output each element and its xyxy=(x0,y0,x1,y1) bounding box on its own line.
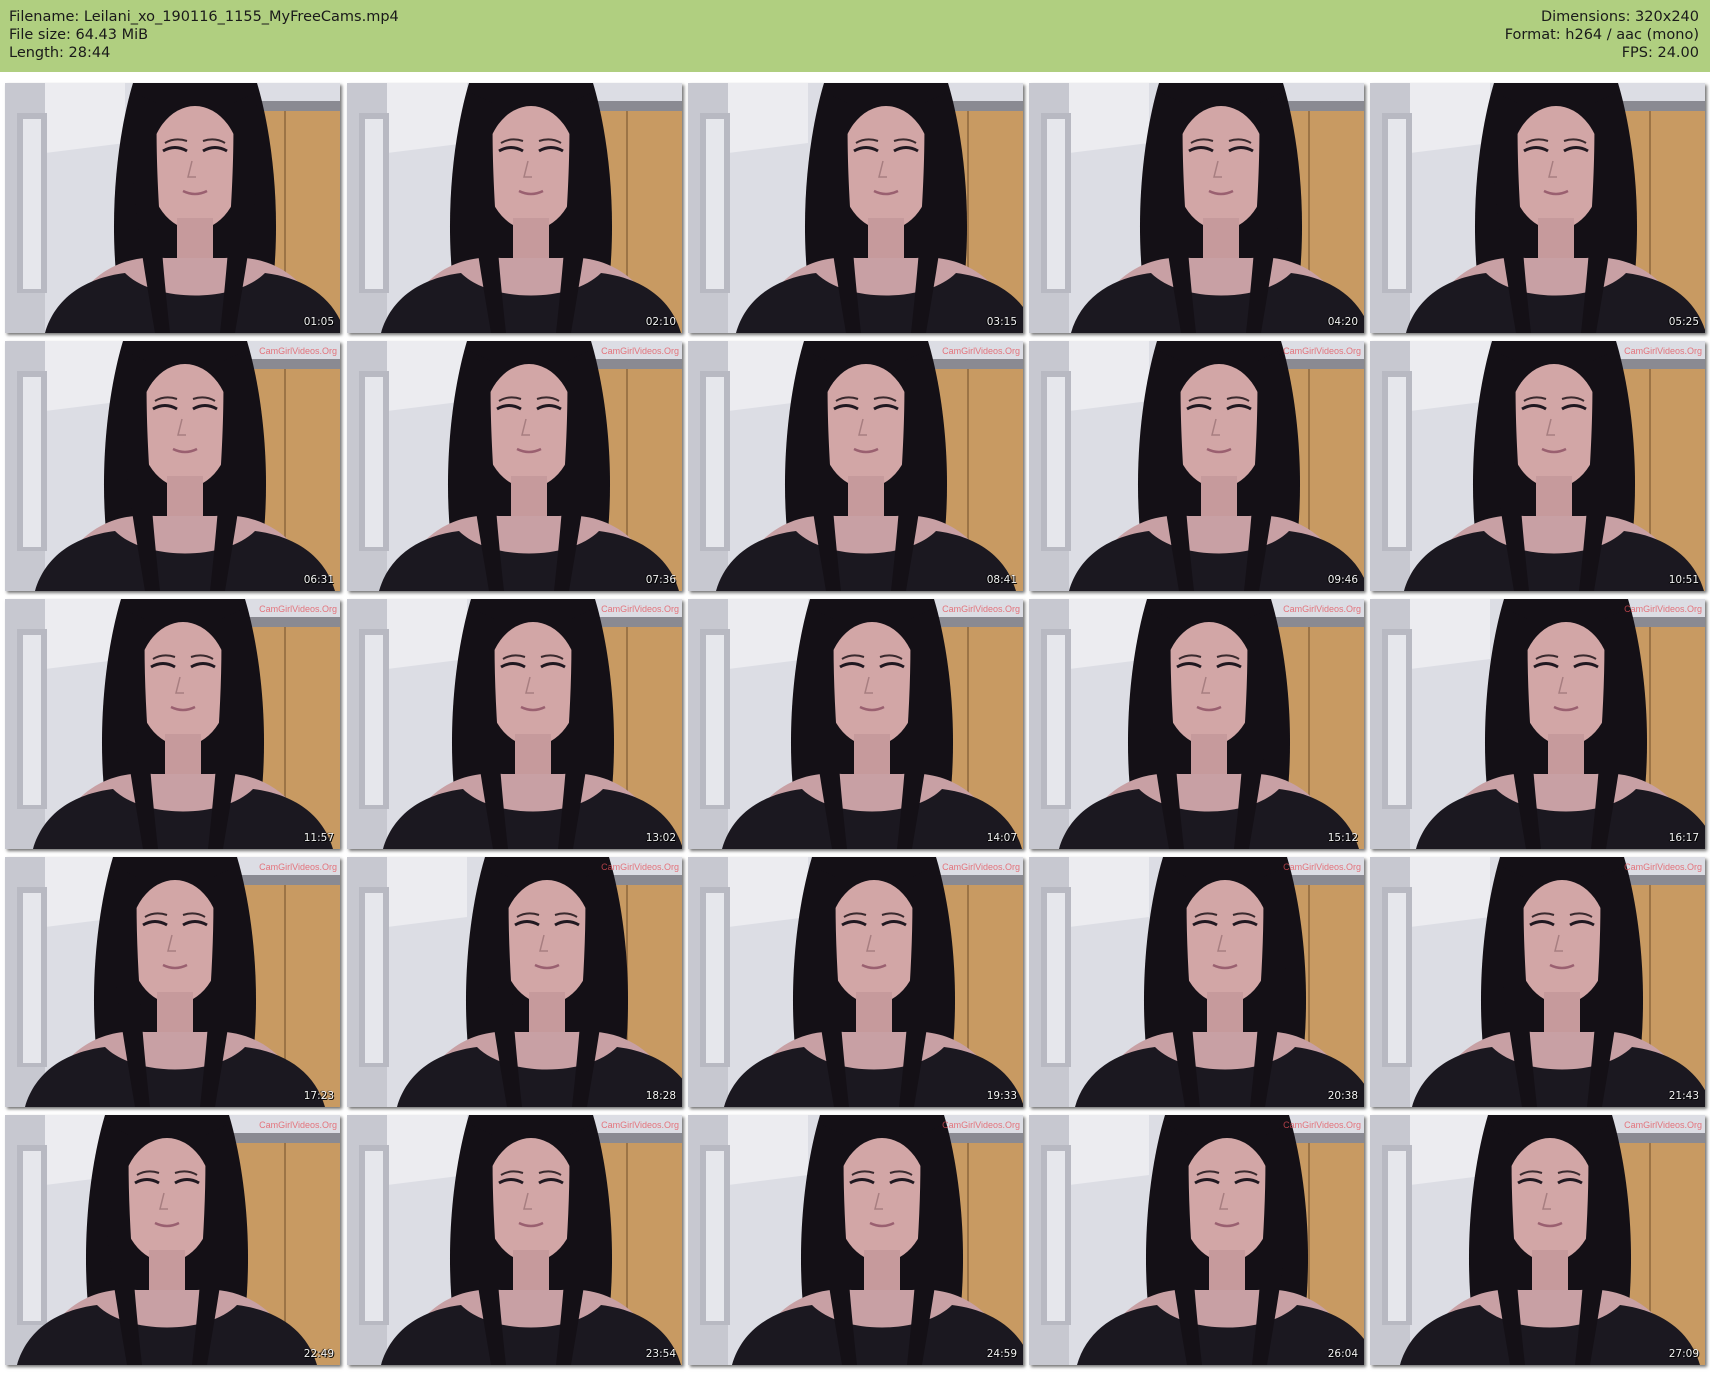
timestamp-label: 27:09 xyxy=(1668,1348,1699,1360)
timestamp-label: 24:59 xyxy=(986,1348,1017,1360)
timestamp-label: 09:46 xyxy=(1327,574,1358,586)
watermark-label: CamGirlVideos.Org xyxy=(601,346,679,356)
video-thumbnail: 01:05 xyxy=(5,83,340,333)
video-thumbnail: CamGirlVideos.Org 19:33 xyxy=(688,857,1023,1107)
thumbnail-frame-image xyxy=(1029,599,1364,849)
thumbnail-frame-image xyxy=(1029,857,1364,1107)
video-thumbnail: CamGirlVideos.Org 06:31 xyxy=(5,341,340,591)
watermark-label: CamGirlVideos.Org xyxy=(1283,1120,1361,1130)
thumbnail-frame-image xyxy=(5,599,340,849)
thumbnail-frame-image xyxy=(688,83,1023,333)
video-thumbnail: CamGirlVideos.Org 24:59 xyxy=(688,1115,1023,1365)
timestamp-label: 08:41 xyxy=(986,574,1017,586)
thumbnail-frame-image xyxy=(347,341,682,591)
thumbnail-frame-image xyxy=(1370,599,1705,849)
timestamp-label: 22:49 xyxy=(303,1348,334,1360)
video-thumbnail: CamGirlVideos.Org 22:49 xyxy=(5,1115,340,1365)
thumbnail-frame-image xyxy=(1029,83,1364,333)
video-thumbnail: CamGirlVideos.Org 14:07 xyxy=(688,599,1023,849)
video-thumbnail: CamGirlVideos.Org 26:04 xyxy=(1029,1115,1364,1365)
thumbnail-frame-image xyxy=(5,341,340,591)
video-thumbnail: CamGirlVideos.Org 13:02 xyxy=(347,599,682,849)
timestamp-label: 18:28 xyxy=(645,1090,676,1102)
watermark-label: CamGirlVideos.Org xyxy=(942,604,1020,614)
video-thumbnail: CamGirlVideos.Org 17:23 xyxy=(5,857,340,1107)
video-thumbnail: 04:20 xyxy=(1029,83,1364,333)
watermark-label: CamGirlVideos.Org xyxy=(942,1120,1020,1130)
timestamp-label: 03:15 xyxy=(986,316,1017,328)
watermark-label: CamGirlVideos.Org xyxy=(942,862,1020,872)
video-thumbnail: CamGirlVideos.Org 09:46 xyxy=(1029,341,1364,591)
thumbnail-frame-image xyxy=(1370,341,1705,591)
watermark-label: CamGirlVideos.Org xyxy=(601,604,679,614)
video-thumbnail: CamGirlVideos.Org 20:38 xyxy=(1029,857,1364,1107)
timestamp-label: 16:17 xyxy=(1668,832,1699,844)
watermark-label: CamGirlVideos.Org xyxy=(259,862,337,872)
watermark-label: CamGirlVideos.Org xyxy=(601,862,679,872)
thumbnail-frame-image xyxy=(5,1115,340,1365)
thumbnail-frame-image xyxy=(347,83,682,333)
thumbnail-frame-image xyxy=(1370,83,1705,333)
thumbnail-frame-image xyxy=(5,857,340,1107)
watermark-label: CamGirlVideos.Org xyxy=(1624,862,1702,872)
watermark-label: CamGirlVideos.Org xyxy=(601,1120,679,1130)
thumbnail-frame-image xyxy=(1029,1115,1364,1365)
watermark-label: CamGirlVideos.Org xyxy=(1624,346,1702,356)
watermark-label: CamGirlVideos.Org xyxy=(1283,604,1361,614)
watermark-label: CamGirlVideos.Org xyxy=(1283,346,1361,356)
thumbnail-frame-image xyxy=(347,857,682,1107)
timestamp-label: 07:36 xyxy=(645,574,676,586)
timestamp-label: 21:43 xyxy=(1668,1090,1699,1102)
watermark-label: CamGirlVideos.Org xyxy=(259,346,337,356)
timestamp-label: 26:04 xyxy=(1327,1348,1358,1360)
video-thumbnail: 02:10 xyxy=(347,83,682,333)
video-thumbnail: CamGirlVideos.Org 11:57 xyxy=(5,599,340,849)
thumbnail-frame-image xyxy=(1029,341,1364,591)
timestamp-label: 14:07 xyxy=(986,832,1017,844)
timestamp-label: 04:20 xyxy=(1327,316,1358,328)
timestamp-label: 15:12 xyxy=(1327,832,1358,844)
watermark-label: CamGirlVideos.Org xyxy=(1283,862,1361,872)
thumbnail-frame-image xyxy=(347,1115,682,1365)
timestamp-label: 17:23 xyxy=(303,1090,334,1102)
thumbnail-frame-image xyxy=(688,341,1023,591)
timestamp-label: 11:57 xyxy=(303,832,334,844)
thumbnail-frame-image xyxy=(347,599,682,849)
thumbnail-frame-image xyxy=(688,857,1023,1107)
video-thumbnail: CamGirlVideos.Org 23:54 xyxy=(347,1115,682,1365)
watermark-label: CamGirlVideos.Org xyxy=(1624,604,1702,614)
video-thumbnail: CamGirlVideos.Org 15:12 xyxy=(1029,599,1364,849)
timestamp-label: 06:31 xyxy=(303,574,334,586)
video-thumbnail: CamGirlVideos.Org 08:41 xyxy=(688,341,1023,591)
thumbnail-frame-image xyxy=(5,83,340,333)
watermark-label: CamGirlVideos.Org xyxy=(942,346,1020,356)
video-thumbnail: 03:15 xyxy=(688,83,1023,333)
timestamp-label: 19:33 xyxy=(986,1090,1017,1102)
video-thumbnail: CamGirlVideos.Org 10:51 xyxy=(1370,341,1705,591)
watermark-label: CamGirlVideos.Org xyxy=(259,604,337,614)
watermark-label: CamGirlVideos.Org xyxy=(259,1120,337,1130)
timestamp-label: 13:02 xyxy=(645,832,676,844)
video-thumbnail: CamGirlVideos.Org 16:17 xyxy=(1370,599,1705,849)
timestamp-label: 10:51 xyxy=(1668,574,1699,586)
watermark-label: CamGirlVideos.Org xyxy=(1624,1120,1702,1130)
thumbnail-frame-image xyxy=(688,599,1023,849)
video-thumbnail: CamGirlVideos.Org 27:09 xyxy=(1370,1115,1705,1365)
timestamp-label: 02:10 xyxy=(645,316,676,328)
timestamp-label: 05:25 xyxy=(1668,316,1699,328)
video-thumbnail: CamGirlVideos.Org 07:36 xyxy=(347,341,682,591)
thumbnail-frame-image xyxy=(1370,857,1705,1107)
thumbnail-grid: 01:05 02:10 03:15 04:20 05:25 CamGirlVid… xyxy=(0,0,1710,1373)
thumbnail-frame-image xyxy=(688,1115,1023,1365)
timestamp-label: 23:54 xyxy=(645,1348,676,1360)
timestamp-label: 01:05 xyxy=(303,316,334,328)
thumbnail-frame-image xyxy=(1370,1115,1705,1365)
timestamp-label: 20:38 xyxy=(1327,1090,1358,1102)
video-thumbnail: CamGirlVideos.Org 21:43 xyxy=(1370,857,1705,1107)
video-thumbnail: 05:25 xyxy=(1370,83,1705,333)
video-thumbnail: CamGirlVideos.Org 18:28 xyxy=(347,857,682,1107)
